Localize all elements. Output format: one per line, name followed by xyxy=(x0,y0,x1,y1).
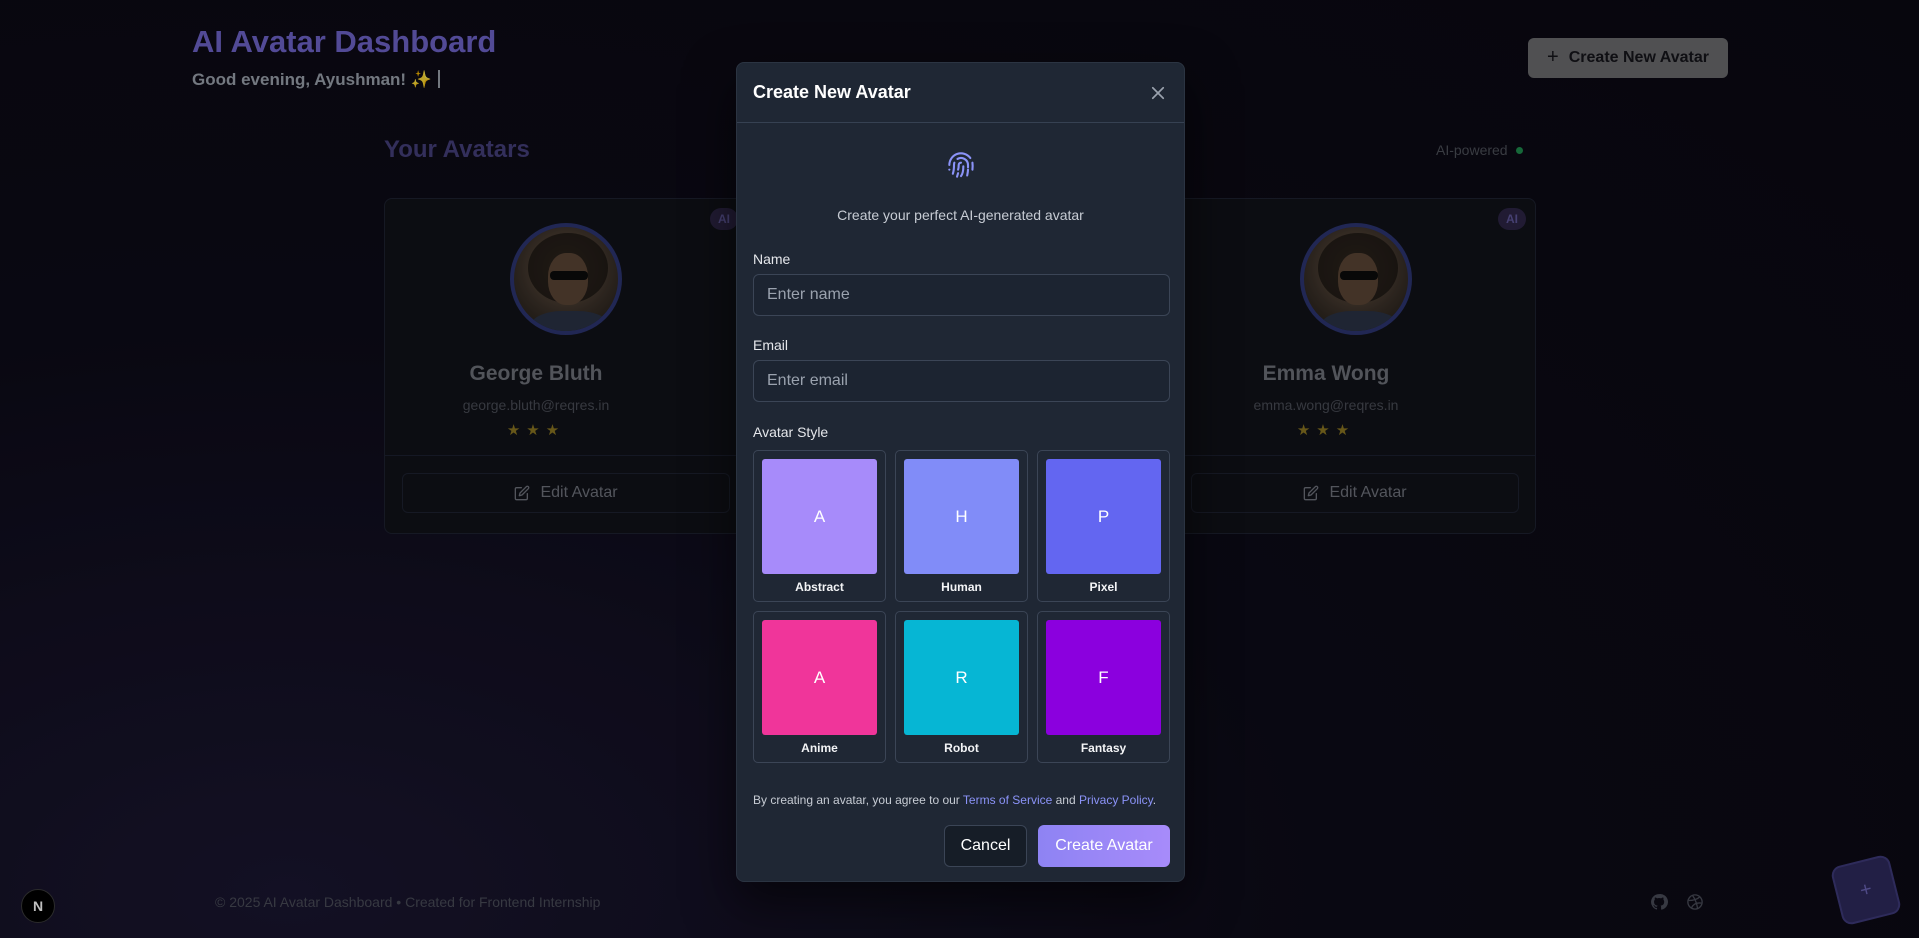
email-input[interactable] xyxy=(753,360,1170,402)
terms-text: By creating an avatar, you agree to our … xyxy=(753,793,1156,807)
close-icon xyxy=(1151,86,1165,99)
privacy-policy-link[interactable]: Privacy Policy xyxy=(1079,793,1153,807)
style-swatch: P xyxy=(1046,459,1161,574)
avatar-style-grid: A Abstract H Human P Pixel A Anime R Rob… xyxy=(753,450,1170,763)
style-letter: A xyxy=(813,667,826,687)
style-swatch: R xyxy=(904,620,1019,735)
create-avatar-button[interactable]: Create Avatar xyxy=(1038,825,1170,867)
style-option-human[interactable]: H Human xyxy=(895,450,1028,602)
terms-suffix: . xyxy=(1152,793,1157,807)
modal-title: Create New Avatar xyxy=(753,82,911,102)
style-letter: H xyxy=(955,506,968,526)
modal-subtitle: Create your perfect AI-generated avatar xyxy=(837,207,1084,223)
style-name: Anime xyxy=(801,741,838,755)
style-option-fantasy[interactable]: F Fantasy xyxy=(1037,611,1170,763)
terms-and: and xyxy=(1052,793,1079,807)
style-swatch: A xyxy=(762,459,877,574)
name-label: Name xyxy=(753,251,791,267)
style-letter: A xyxy=(813,506,826,526)
style-letter: R xyxy=(955,667,968,687)
fingerprint-icon xyxy=(948,152,974,178)
style-option-abstract[interactable]: A Abstract xyxy=(753,450,886,602)
email-label: Email xyxy=(753,337,789,353)
cancel-button[interactable]: Cancel xyxy=(944,825,1027,867)
terms-prefix: By creating an avatar, you agree to our xyxy=(753,793,963,807)
style-swatch: F xyxy=(1046,620,1161,735)
close-button[interactable] xyxy=(1147,82,1169,104)
style-option-anime[interactable]: A Anime xyxy=(753,611,886,763)
style-name: Robot xyxy=(944,741,979,755)
name-input[interactable] xyxy=(753,274,1170,316)
avatar-style-label: Avatar Style xyxy=(753,424,829,440)
style-swatch: A xyxy=(762,620,877,735)
style-name: Pixel xyxy=(1089,580,1118,594)
style-swatch: H xyxy=(904,459,1019,574)
style-name: Abstract xyxy=(795,580,844,594)
style-name: Human xyxy=(941,580,982,594)
style-option-robot[interactable]: R Robot xyxy=(895,611,1028,763)
terms-of-service-link[interactable]: Terms of Service xyxy=(963,793,1052,807)
style-option-pixel[interactable]: P Pixel xyxy=(1037,450,1170,602)
create-avatar-modal: Create New Avatar Create your perfect AI… xyxy=(736,62,1185,882)
modal-header: Create New Avatar xyxy=(737,63,1184,123)
style-letter: F xyxy=(1098,667,1109,687)
style-letter: P xyxy=(1097,506,1110,526)
style-name: Fantasy xyxy=(1080,741,1127,755)
